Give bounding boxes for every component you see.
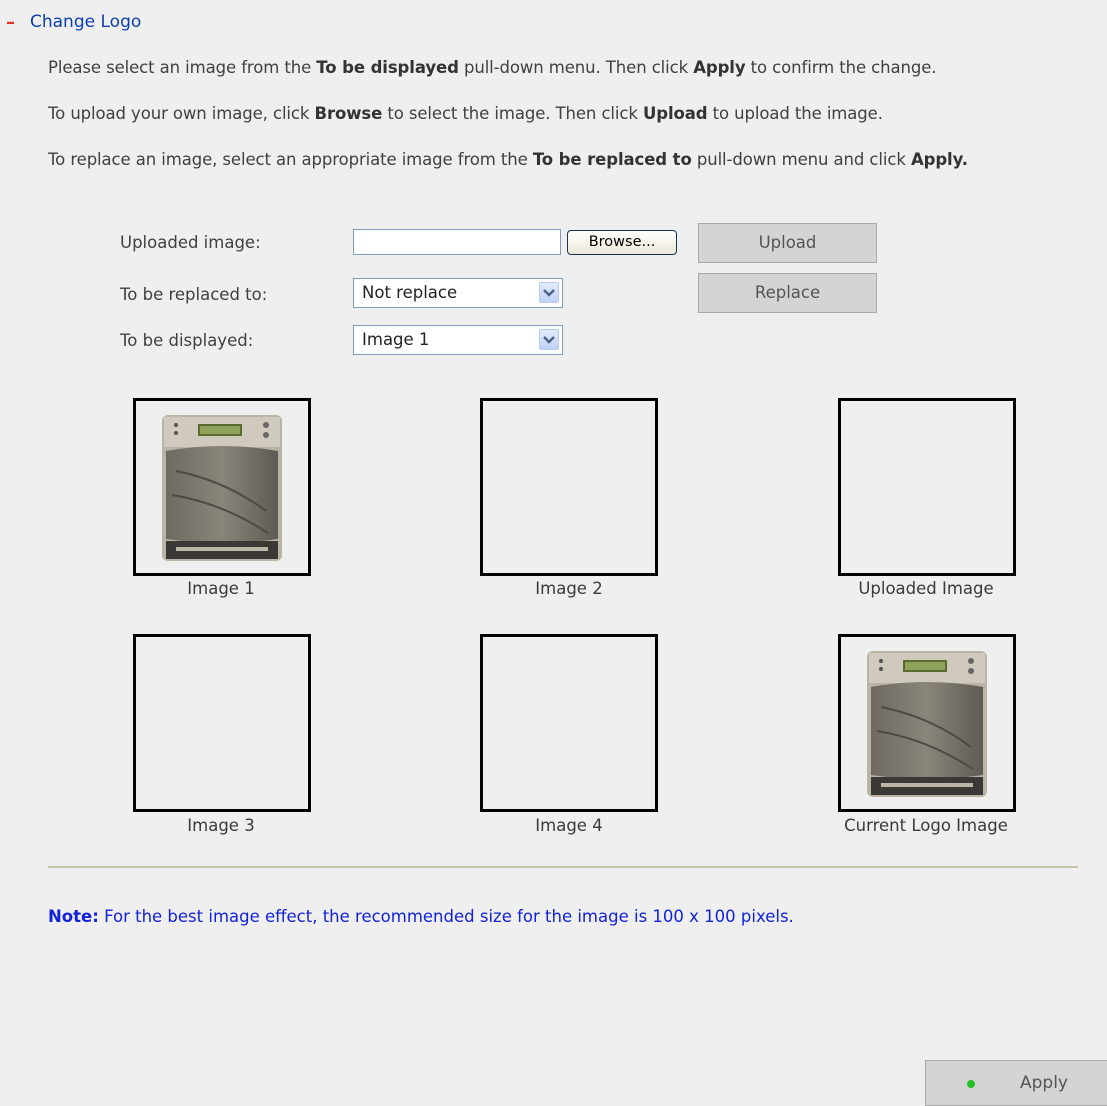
replaced-to-value: Not replace (362, 283, 458, 302)
section-title[interactable]: Change Logo (30, 12, 141, 32)
instruction-line-3: To replace an image, select an appropria… (48, 150, 968, 169)
nas-server-image (867, 651, 987, 797)
instruction-text: to confirm the change. (745, 58, 937, 77)
instruction-text: To replace an image, select an appropria… (48, 150, 533, 169)
image-1-caption: Image 1 (187, 579, 255, 598)
instruction-bold: Apply. (910, 150, 968, 169)
chevron-down-icon[interactable] (539, 282, 559, 303)
current-logo-thumbnail (838, 634, 1016, 812)
uploaded-image-thumbnail[interactable] (838, 398, 1016, 576)
nas-server-image (162, 415, 282, 561)
replaced-to-label: To be replaced to: (120, 285, 268, 304)
browse-button[interactable]: Browse... (567, 230, 677, 255)
image-2-caption: Image 2 (535, 579, 603, 598)
collapse-minus-icon[interactable]: – (6, 12, 30, 33)
uploaded-image-caption: Uploaded Image (858, 579, 994, 598)
section-divider (48, 866, 1078, 868)
displayed-select[interactable]: Image 1 (353, 325, 563, 355)
note-label: Note: (48, 907, 99, 926)
chevron-down-icon[interactable] (539, 329, 559, 350)
note-text: Note: For the best image effect, the rec… (48, 907, 794, 926)
displayed-value: Image 1 (362, 330, 430, 349)
instruction-bold: To be replaced to (532, 150, 692, 169)
instruction-text: To upload your own image, click (48, 104, 315, 123)
instruction-bold: To be displayed (316, 58, 459, 77)
instruction-line-2: To upload your own image, click Browse t… (48, 104, 883, 123)
instruction-bold: Apply (693, 58, 746, 77)
replaced-to-select[interactable]: Not replace (353, 278, 563, 308)
instruction-line-1: Please select an image from the To be di… (48, 58, 937, 77)
replace-button[interactable]: Replace (698, 273, 877, 313)
upload-button[interactable]: Upload (698, 223, 877, 263)
instruction-text: to select the image. Then click (382, 104, 643, 123)
image-4-caption: Image 4 (535, 816, 603, 835)
note-body: For the best image effect, the recommend… (98, 907, 794, 926)
instruction-bold: Browse (314, 104, 383, 123)
section-header-change-logo[interactable]: – Change Logo (6, 10, 141, 34)
uploaded-image-label: Uploaded image: (120, 233, 261, 252)
image-4-thumbnail[interactable] (480, 634, 658, 812)
image-1-thumbnail[interactable] (133, 398, 311, 576)
instruction-text: to upload the image. (707, 104, 883, 123)
instruction-text: Please select an image from the (48, 58, 317, 77)
instruction-text: pull-down menu. Then click (458, 58, 694, 77)
apply-button[interactable]: Apply (925, 1060, 1107, 1106)
instruction-text: pull-down menu and click (691, 150, 911, 169)
image-3-thumbnail[interactable] (133, 634, 311, 812)
status-dot-icon (967, 1080, 975, 1088)
instruction-bold: Upload (642, 104, 708, 123)
current-logo-caption: Current Logo Image (844, 816, 1008, 835)
uploaded-image-input[interactable] (353, 229, 561, 255)
image-2-thumbnail[interactable] (480, 398, 658, 576)
apply-label: Apply (1020, 1073, 1068, 1093)
displayed-label: To be displayed: (120, 331, 254, 350)
image-3-caption: Image 3 (187, 816, 255, 835)
